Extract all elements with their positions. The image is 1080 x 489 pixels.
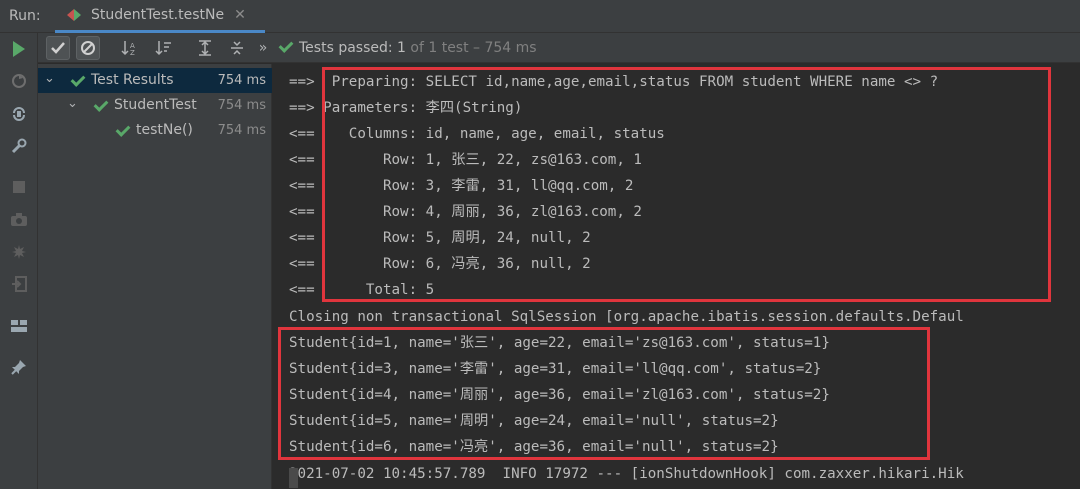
passed-check-icon (93, 98, 107, 112)
run-tab-studenttest[interactable]: StudentTest.testNe ✕ (55, 0, 265, 33)
run-tab-title: StudentTest.testNe (91, 7, 225, 23)
ignored-icon (81, 41, 95, 55)
status-count: 1 (392, 40, 406, 56)
sql-log-highlight-box (322, 67, 1051, 302)
chevron-down-icon[interactable]: ⌄ (44, 71, 55, 86)
status-summary: of 1 test – 754 ms (405, 40, 537, 56)
console-output[interactable]: ==> Preparing: SELECT id,name,age,email,… (273, 64, 1080, 489)
run-tool-window-header: Run: StudentTest.testNe ✕ (0, 0, 1080, 33)
exit-icon[interactable] (8, 273, 30, 295)
dump-threads-icon[interactable] (8, 241, 30, 263)
passed-check-icon (70, 73, 84, 87)
collapse-all-icon (231, 41, 243, 55)
check-icon (51, 42, 65, 54)
sort-by-duration-button[interactable] (152, 36, 176, 60)
svg-text:Z: Z (130, 49, 135, 56)
text-caret (289, 468, 298, 488)
run-label: Run: (9, 8, 41, 24)
tree-item-duration: 754 ms (217, 73, 266, 88)
tree-item-duration: 754 ms (217, 123, 266, 138)
pin-icon[interactable] (8, 356, 30, 378)
tests-status-text: Tests passed: 1 of 1 test – 754 ms (299, 40, 537, 56)
camera-icon[interactable] (8, 209, 30, 231)
layout-icon[interactable] (8, 315, 30, 337)
status-label: Tests passed: (299, 40, 393, 56)
test-results-tree: ⌄ Test Results 754 ms ⌄ StudentTest 754 … (38, 64, 272, 489)
sort-alphabetically-button[interactable]: AZ (118, 36, 142, 60)
console-line: 2021-07-02 10:45:57.789 INFO 17972 --- [… (289, 466, 964, 482)
passed-check-icon (115, 123, 129, 137)
tree-item-test-results[interactable]: ⌄ Test Results 754 ms (38, 68, 272, 93)
expand-all-icon (199, 40, 211, 56)
rerun-icon[interactable] (8, 38, 30, 60)
tree-item-duration: 754 ms (217, 98, 266, 113)
collapse-all-button[interactable] (225, 36, 249, 60)
toggle-auto-test-icon[interactable] (8, 103, 30, 125)
sort-az-icon: AZ (121, 41, 135, 56)
wrench-icon[interactable] (8, 135, 30, 157)
result-output-highlight-box (278, 327, 930, 460)
tree-item-label: StudentTest (114, 97, 197, 113)
expand-all-button[interactable] (193, 36, 217, 60)
tree-item-label: testNe() (136, 122, 193, 138)
tree-item-studenttest[interactable]: ⌄ StudentTest 754 ms (38, 93, 272, 118)
tests-passed-check-icon (278, 39, 292, 53)
test-run-config-icon (67, 8, 83, 22)
show-ignored-button[interactable] (76, 36, 100, 60)
rerun-failed-icon[interactable] (8, 70, 30, 92)
more-actions-button[interactable]: » (251, 36, 275, 60)
tree-item-label: Test Results (91, 72, 174, 88)
test-runner-toolbar: AZ » Tests passed: 1 of 1 test – 754 ms (38, 33, 1080, 63)
left-action-toolbar (0, 33, 38, 489)
tree-item-testne[interactable]: testNe() 754 ms (38, 118, 272, 143)
sort-duration-icon (155, 41, 171, 56)
show-passed-button[interactable] (46, 36, 70, 60)
stop-icon[interactable] (8, 176, 30, 198)
chevron-down-icon[interactable]: ⌄ (67, 96, 78, 111)
close-tab-icon[interactable]: ✕ (234, 7, 246, 23)
